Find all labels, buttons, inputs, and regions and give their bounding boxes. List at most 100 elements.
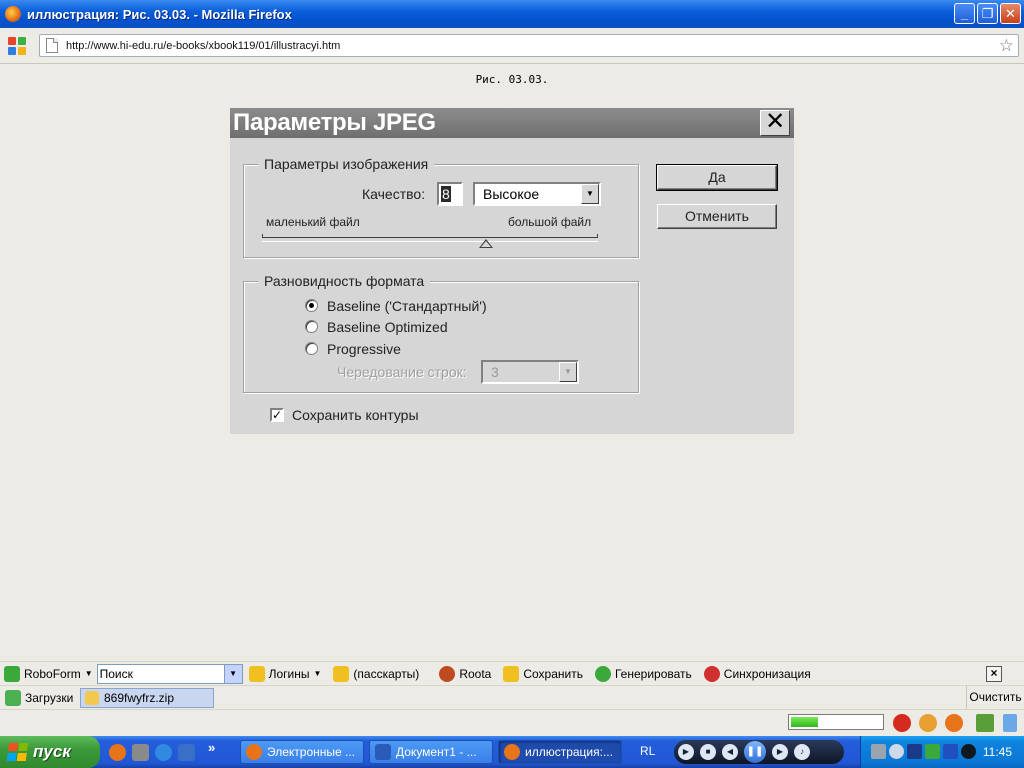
minimize-button[interactable]: _	[954, 3, 975, 24]
firefox-quicklaunch-icon[interactable]	[109, 744, 126, 761]
quality-value: 8	[441, 186, 451, 202]
save-paths-checkbox[interactable]: ✓	[270, 408, 284, 422]
adblock-icon[interactable]	[893, 714, 911, 732]
toolbar-close-icon[interactable]: ×	[986, 666, 1002, 682]
sync-label: Синхронизация	[723, 666, 811, 681]
taskbar-item-document[interactable]: Документ1 - ...	[369, 740, 493, 764]
stop-icon[interactable]: ■	[700, 744, 716, 760]
pause-icon[interactable]: ❚❚	[744, 741, 766, 763]
bluetooth-icon[interactable]	[943, 744, 958, 759]
baseline-standard-label: Baseline ('Стандартный')	[327, 298, 487, 314]
sidebar-toggle-icon[interactable]	[976, 714, 994, 732]
bookmark-star-icon[interactable]: ☆	[999, 36, 1014, 55]
dialog-title-bar: Параметры JPEG ✕	[230, 108, 794, 138]
display-icon[interactable]	[907, 744, 922, 759]
clear-downloads-button[interactable]: Очистить	[966, 686, 1024, 710]
chevron-down-icon: ▼	[559, 362, 577, 382]
progress-fill	[791, 717, 818, 727]
quality-input[interactable]: 8	[437, 182, 463, 206]
passcards-button[interactable]: (пасскарты)	[333, 665, 419, 682]
radio-baseline-standard[interactable]	[305, 299, 318, 312]
logins-label: Логины	[268, 666, 310, 681]
word-icon	[375, 744, 391, 760]
media-tray-icon[interactable]	[961, 744, 976, 759]
speed-dial-icon[interactable]	[8, 37, 26, 55]
window-controls: _ ❐ ✕	[954, 3, 1021, 24]
radio-baseline-optimized[interactable]	[305, 320, 318, 333]
roboform-menu[interactable]: RoboForm ▼	[4, 665, 93, 682]
logins-menu[interactable]: Логины ▼	[248, 665, 322, 682]
radio-progressive[interactable]	[305, 342, 318, 355]
download-item[interactable]: 869fwyfrz.zip	[80, 688, 214, 708]
save-button[interactable]: Сохранить	[503, 665, 583, 682]
start-button[interactable]: пуск	[0, 736, 100, 768]
chevron-down-icon: ▼	[313, 669, 322, 678]
folder-icon	[85, 691, 99, 705]
quality-slider-thumb[interactable]	[479, 239, 493, 248]
save-icon	[503, 665, 520, 682]
chevron-down-icon[interactable]: ▼	[581, 184, 599, 204]
downloads-icon	[5, 690, 21, 706]
ie-quicklaunch-icon[interactable]	[155, 744, 172, 761]
roota-button[interactable]: Roota	[439, 665, 491, 682]
dialog-title: Параметры JPEG	[233, 109, 436, 136]
roboform-toolbar: RoboForm ▼ ▼ Логины ▼ (пасскарты) Roota …	[0, 661, 1024, 685]
roboform-search-input[interactable]	[97, 666, 224, 681]
jpeg-options-dialog: Параметры JPEG ✕ Параметры изображения К…	[230, 108, 794, 434]
task-label: Документ1 - ...	[396, 745, 477, 759]
generate-button[interactable]: Генерировать	[594, 665, 692, 682]
scans-value: 3	[491, 364, 499, 380]
close-button[interactable]: ✕	[1000, 3, 1021, 24]
ok-button[interactable]: Да	[656, 164, 778, 191]
next-icon[interactable]: ▶	[772, 744, 788, 760]
dialog-close-button[interactable]: ✕	[760, 110, 790, 136]
show-desktop-icon[interactable]	[178, 744, 195, 761]
quality-preset-value: Высокое	[483, 186, 540, 202]
previous-icon[interactable]: ◀	[722, 744, 738, 760]
firefox-icon	[504, 744, 520, 760]
generate-label: Генерировать	[614, 666, 692, 681]
taskbar-item-illustration[interactable]: иллюстрация:...	[498, 740, 622, 764]
save-label: Сохранить	[523, 666, 583, 681]
restore-button[interactable]: ❐	[977, 3, 998, 24]
downloads-bar: Загрузки 869fwyfrz.zip Очистить	[0, 685, 1024, 710]
quality-preset-select[interactable]: Высокое ▼	[473, 182, 601, 206]
chevron-down-icon[interactable]: ▼	[223, 664, 242, 683]
tab-icon[interactable]	[1003, 714, 1017, 732]
task-label: Электронные ...	[267, 745, 356, 759]
sync-icon	[703, 665, 720, 682]
generate-icon	[594, 665, 611, 682]
roboform-search[interactable]: ▼	[96, 663, 243, 684]
navigation-bar: http://www.hi-edu.ru/e-books/xbook119/01…	[0, 28, 1024, 64]
page-load-progress	[788, 714, 884, 730]
language-indicator[interactable]: RL	[640, 744, 655, 758]
window-title: иллюстрация: Рис. 03.03. - Mozilla Firef…	[27, 6, 292, 22]
taskbar-item-electronic[interactable]: Электронные ...	[240, 740, 364, 764]
sync-button[interactable]: Синхронизация	[703, 665, 811, 682]
image-options-group: Параметры изображения	[243, 156, 639, 258]
roboform-icon	[4, 665, 20, 682]
firefox-icon	[246, 744, 262, 760]
quicklaunch-more[interactable]: »	[208, 740, 215, 755]
roboform-tray-icon[interactable]	[925, 744, 940, 759]
clock: 11:45	[982, 745, 1012, 759]
taskbar: пуск » Электронные ... Документ1 - ... и…	[0, 736, 1024, 768]
extension-face-icon[interactable]	[919, 714, 937, 732]
system-tray: 11:45	[860, 736, 1024, 768]
cancel-button[interactable]: Отменить	[657, 204, 777, 229]
figure-caption: Рис. 03.03.	[475, 73, 549, 86]
windows-logo-icon	[6, 743, 30, 761]
firefox-addon-icon[interactable]	[945, 714, 963, 732]
volume-icon[interactable]: ♪	[794, 744, 810, 760]
quality-slider-track[interactable]	[262, 234, 598, 242]
play-icon[interactable]: ▶	[678, 744, 694, 760]
app-quicklaunch-icon[interactable]	[132, 744, 149, 761]
tray-app-icon[interactable]	[889, 744, 904, 759]
scans-select: 3 ▼	[481, 360, 579, 384]
format-options-legend: Разновидность формата	[258, 273, 431, 289]
address-bar[interactable]: http://www.hi-edu.ru/e-books/xbook119/01…	[39, 34, 1019, 57]
url-text[interactable]: http://www.hi-edu.ru/e-books/xbook119/01…	[66, 40, 340, 52]
downloads-button[interactable]: Загрузки	[5, 690, 73, 706]
network-icon[interactable]	[871, 744, 886, 759]
media-player-controls: ▶ ■ ◀ ❚❚ ▶ ♪	[674, 740, 844, 764]
